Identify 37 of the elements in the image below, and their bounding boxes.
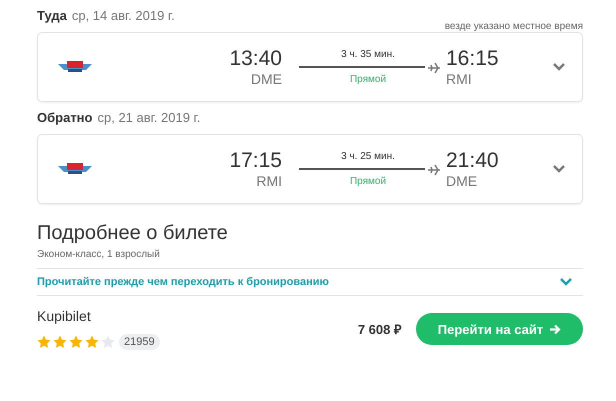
departure-airport: DME [250,71,282,87]
flight-card[interactable]: 17:15 RMI 3 ч. 25 мин. Прямой 21:40 DME [37,134,583,204]
airline-logo [58,162,92,176]
star-icon [69,335,83,349]
arrival-time: 21:40 [446,149,500,173]
flight-duration: 3 ч. 25 мин. [341,151,395,162]
departure-airport: RMI [255,173,282,189]
airline-logo [58,60,92,74]
flight-date: ср, 14 авг. 2019 г. [72,8,175,23]
timezone-note: везде указано местное время [444,21,583,32]
chevron-down-icon[interactable] [552,164,566,173]
arrival-airport: DME [446,173,478,189]
direction-label: Туда [37,8,67,23]
flight-card[interactable]: 13:40 DME 3 ч. 35 мин. Прямой 16:15 RMI [37,32,583,102]
star-icon [53,335,67,349]
ticket-price: 7 608 ₽ [358,321,402,338]
departure-time: 17:15 [228,149,282,173]
direction-label: Обратно [37,110,92,125]
stops-label: Прямой [350,74,386,85]
arrow-right-icon [549,324,562,334]
star-icon [85,335,99,349]
review-count: 21959 [119,334,160,350]
arrival-time: 16:15 [446,47,500,71]
stops-label: Прямой [350,176,386,187]
flight-duration: 3 ч. 35 мин. [341,49,395,60]
chevron-down-icon[interactable] [559,277,573,286]
arrival-airport: RMI [446,71,473,87]
airplane-icon [428,62,440,74]
section-title: Подробнее о билете [37,222,229,245]
chevron-down-icon[interactable] [552,62,566,71]
ticket-class: Эконом-класс, 1 взрослый [37,249,161,260]
airplane-icon [428,164,440,176]
star-icon [37,335,51,349]
agency-name: Kupibilet [37,308,92,324]
flight-date: ср, 21 авг. 2019 г. [97,110,200,125]
departure-time: 13:40 [228,47,282,71]
star-icon [101,335,115,349]
